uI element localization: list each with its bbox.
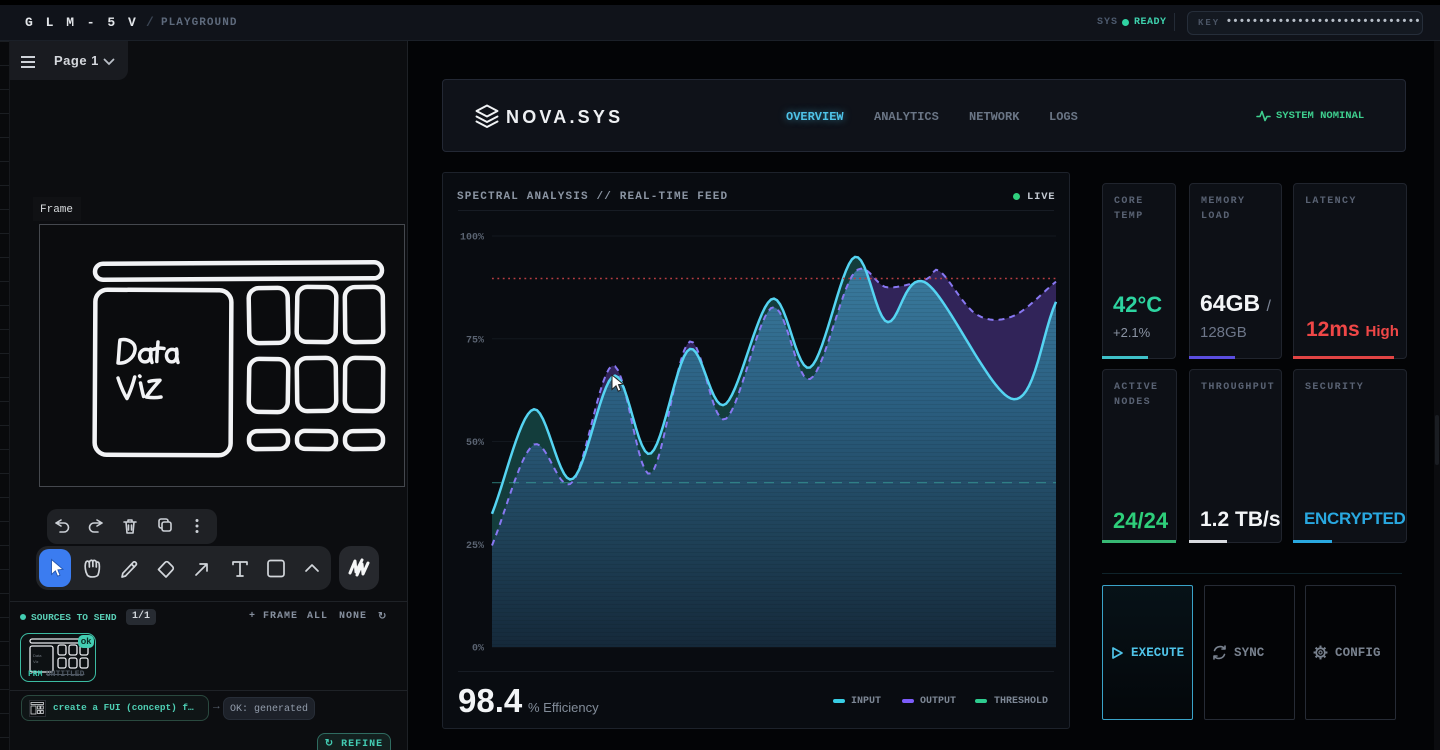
svg-text:Viz: Viz: [33, 659, 38, 664]
svg-text:50%: 50%: [466, 438, 484, 449]
svg-text:75%: 75%: [466, 335, 484, 346]
svg-text:Data: Data: [33, 653, 42, 658]
svg-text:0%: 0%: [472, 644, 484, 655]
svg-text:100%: 100%: [460, 233, 484, 244]
svg-text:25%: 25%: [466, 541, 484, 552]
